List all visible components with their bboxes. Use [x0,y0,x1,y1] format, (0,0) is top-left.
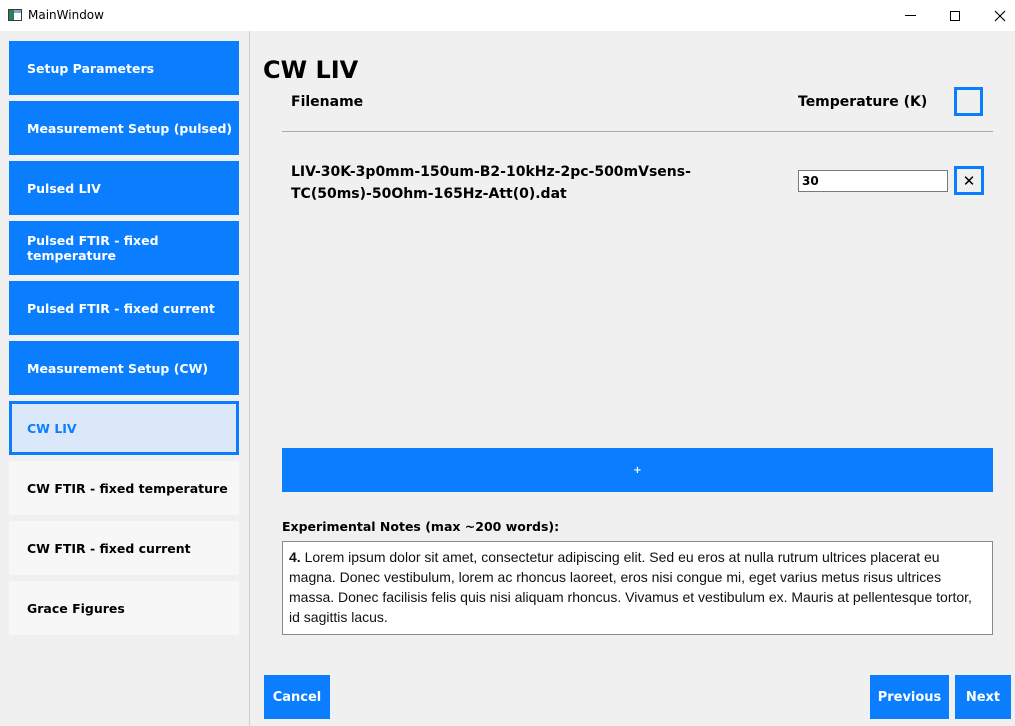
close-window-button[interactable] [977,0,1015,31]
file-row-temperature-input[interactable] [798,170,948,192]
sidebar-item-measurement-setup-pulsed[interactable]: Measurement Setup (pulsed) [9,101,239,155]
temperature-column-header: Temperature (K) [798,94,928,110]
app-window-icon [8,9,22,21]
select-all-checkbox[interactable] [954,87,983,116]
notes-label: Experimental Notes (max ~200 words): [282,519,560,534]
notes-textarea[interactable]: 4. Lorem ipsum dolor sit amet, consectet… [282,541,993,635]
previous-button[interactable]: Previous [870,675,949,719]
sidebar-item-setup-parameters[interactable]: Setup Parameters [9,41,239,95]
file-row-remove-button[interactable]: ✕ [954,166,984,195]
sidebar-item-pulsed-liv[interactable]: Pulsed LIV [9,161,239,215]
title-bar: MainWindow [0,0,1015,31]
sidebar: Setup Parameters Measurement Setup (puls… [0,31,250,726]
sidebar-item-cw-liv[interactable]: CW LIV [9,401,239,455]
sidebar-item-pulsed-ftir-fixed-temperature[interactable]: Pulsed FTIR - fixed temperature [9,221,239,275]
sidebar-item-pulsed-ftir-fixed-current[interactable]: Pulsed FTIR - fixed current [9,281,239,335]
sidebar-item-grace-figures[interactable]: Grace Figures [9,581,239,635]
page-title: CW LIV [263,56,359,84]
cancel-button[interactable]: Cancel [264,675,330,719]
sidebar-item-cw-ftir-fixed-temperature[interactable]: CW FTIR - fixed temperature [9,461,239,515]
maximize-icon [950,10,960,21]
filename-column-header: Filename [291,94,364,110]
window-title: MainWindow [28,8,104,22]
minimize-button[interactable] [887,0,933,31]
sidebar-item-measurement-setup-cw[interactable]: Measurement Setup (CW) [9,341,239,395]
close-icon: ✕ [962,171,976,190]
file-row-filename: LIV-30K-3p0mm-150um-B2-10kHz-2pc-500mVse… [291,164,691,202]
maximize-button[interactable] [932,0,978,31]
sidebar-item-cw-ftir-fixed-current[interactable]: CW FTIR - fixed current [9,521,239,575]
next-button[interactable]: Next [955,675,1011,719]
notes-list-number: 4. [289,549,301,565]
notes-text: Lorem ipsum dolor sit amet, consectetur … [289,549,972,625]
close-icon [994,10,1006,21]
header-divider [282,131,993,132]
add-file-button[interactable]: + [282,448,993,492]
minimize-icon [904,15,916,16]
